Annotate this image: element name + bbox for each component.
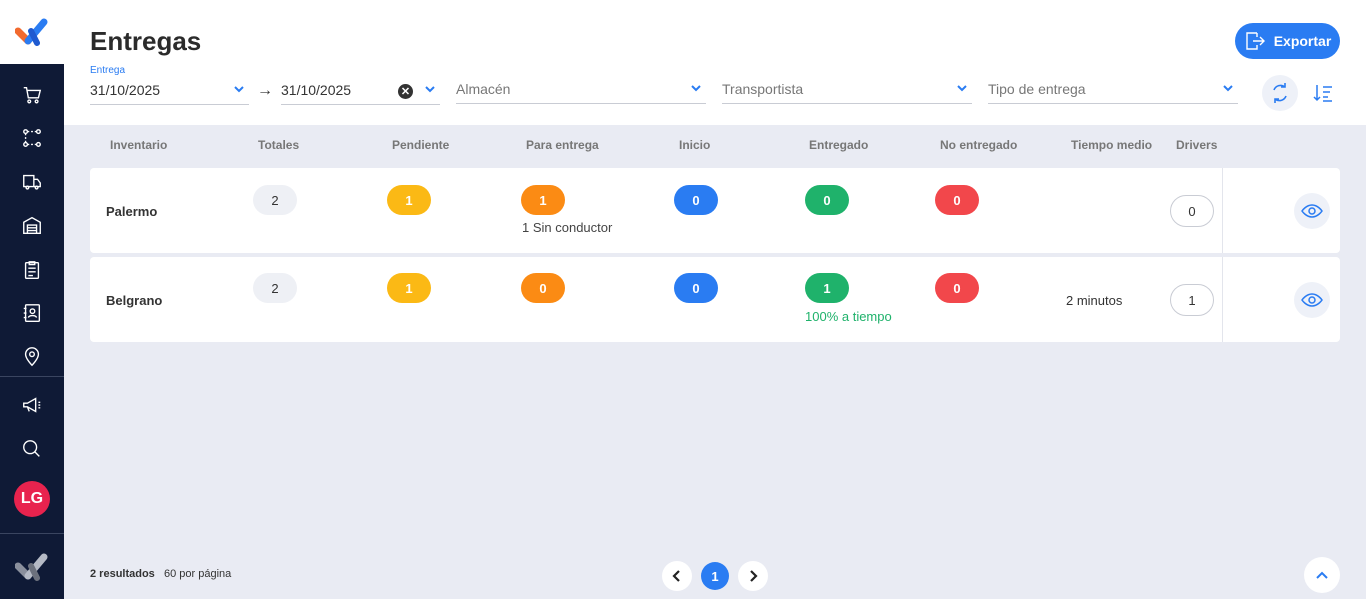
- col-header-started: Inicio: [679, 138, 711, 152]
- col-header-inventory: Inventario: [110, 138, 168, 152]
- on-time-note: 100% a tiempo: [805, 309, 892, 324]
- chevron-right-icon: [750, 570, 758, 582]
- results-summary: 2 resultados 60 por página: [90, 568, 231, 580]
- col-header-for-delivery: Para entrega: [526, 138, 599, 152]
- contacts-icon: [23, 304, 41, 322]
- truck-icon: [23, 174, 41, 190]
- export-label: Exportar: [1273, 33, 1332, 49]
- avg-time-value: 2 minutos: [1066, 293, 1123, 308]
- sidebar-item-locations[interactable]: [0, 337, 64, 377]
- next-page-button[interactable]: [738, 561, 768, 591]
- started-badge[interactable]: 0: [674, 185, 718, 215]
- brand-logo-icon: [15, 18, 48, 46]
- refresh-icon: [1273, 83, 1287, 103]
- export-button[interactable]: Exportar: [1235, 23, 1340, 59]
- export-icon: [1246, 32, 1265, 50]
- clipboard-icon: [24, 261, 40, 279]
- for-delivery-badge[interactable]: 0: [521, 273, 565, 303]
- sidebar: LG: [0, 0, 64, 599]
- warehouse-select[interactable]: Almacén: [456, 74, 706, 104]
- sidebar-divider: [0, 376, 64, 377]
- carrier-select[interactable]: Transportista: [722, 74, 972, 104]
- warehouse-icon: [23, 216, 41, 234]
- chevron-down-icon[interactable]: [1222, 83, 1234, 93]
- col-header-delivered: Entregado: [809, 138, 869, 152]
- chevron-down-icon[interactable]: [424, 84, 436, 94]
- date-from-field[interactable]: 31/10/2025: [90, 75, 249, 105]
- row-name: Belgrano: [106, 293, 163, 308]
- eye-icon: [1301, 204, 1323, 218]
- date-from-value: 31/10/2025: [90, 81, 161, 98]
- page-button-current[interactable]: 1: [701, 562, 729, 590]
- date-to-value: 31/10/2025: [281, 81, 352, 98]
- sidebar-item-search[interactable]: [0, 429, 64, 469]
- not-delivered-badge[interactable]: 0: [935, 273, 979, 303]
- pending-badge[interactable]: 1: [387, 273, 431, 303]
- totals-badge: 2: [253, 273, 297, 303]
- view-details-button[interactable]: [1294, 282, 1330, 318]
- col-header-totals: Totales: [258, 138, 300, 152]
- sidebar-item-orders[interactable]: [0, 75, 64, 115]
- chevron-left-icon: [672, 570, 680, 582]
- sidebar-item-routes[interactable]: [0, 118, 64, 158]
- delivery-type-select[interactable]: Tipo de entrega: [988, 74, 1238, 104]
- row-name: Palermo: [106, 204, 158, 219]
- sidebar-item-warehouses[interactable]: [0, 205, 64, 245]
- user-avatar[interactable]: LG: [14, 481, 50, 517]
- sidebar-item-deliveries[interactable]: [0, 162, 64, 202]
- sidebar-divider: [0, 533, 64, 534]
- totals-badge: 2: [253, 185, 297, 215]
- footer-logo: [0, 545, 64, 589]
- row-divider: [1222, 257, 1223, 342]
- sort-button[interactable]: [1310, 80, 1336, 106]
- eye-icon: [1301, 293, 1323, 307]
- header: Entregas Exportar Entrega 31/10/2025 → 3…: [64, 0, 1366, 125]
- table-row[interactable]: Belgrano 2 1 0 0 1 100% a tiempo 0 2 min…: [90, 257, 1340, 342]
- col-header-not-delivered: No entregado: [940, 138, 1018, 152]
- table-row[interactable]: Palermo 2 1 1 1 Sin conductor 0 0 0 0: [90, 168, 1340, 253]
- clear-date-icon[interactable]: ✕: [398, 84, 413, 99]
- chevron-down-icon[interactable]: [233, 84, 245, 94]
- chevron-up-icon: [1316, 571, 1328, 579]
- delivered-badge[interactable]: 0: [805, 185, 849, 215]
- location-pin-icon: [24, 347, 40, 367]
- chevron-down-icon[interactable]: [956, 83, 968, 93]
- for-delivery-badge[interactable]: 1: [521, 185, 565, 215]
- sidebar-item-announcements[interactable]: [0, 385, 64, 425]
- sidebar-item-tasks[interactable]: [0, 250, 64, 290]
- delivered-badge[interactable]: 1: [805, 273, 849, 303]
- brand-logo-mono-icon: [15, 553, 48, 581]
- drivers-count[interactable]: 0: [1170, 195, 1214, 227]
- app-logo[interactable]: [0, 0, 64, 64]
- row-divider: [1222, 168, 1223, 253]
- for-delivery-note: 1 Sin conductor: [522, 220, 613, 235]
- pending-badge[interactable]: 1: [387, 185, 431, 215]
- route-icon: [23, 129, 41, 147]
- date-to-field[interactable]: 31/10/2025: [281, 75, 440, 105]
- col-header-pending: Pendiente: [392, 138, 450, 152]
- cart-icon: [23, 86, 42, 104]
- results-count: 2 resultados: [90, 568, 155, 580]
- sort-icon: [1313, 85, 1332, 102]
- refresh-button[interactable]: [1262, 75, 1298, 111]
- per-page-selector[interactable]: 60 por página: [164, 568, 231, 580]
- col-header-avg-time: Tiempo medio: [1071, 138, 1153, 152]
- page-title: Entregas: [90, 26, 202, 56]
- scroll-to-top-button[interactable]: [1304, 557, 1340, 593]
- megaphone-icon: [23, 397, 41, 413]
- view-details-button[interactable]: [1294, 193, 1330, 229]
- col-header-drivers: Drivers: [1176, 138, 1218, 152]
- delivery-type-placeholder: Tipo de entrega: [988, 80, 1086, 97]
- date-range-arrow: →: [257, 82, 273, 99]
- carrier-placeholder: Transportista: [722, 80, 804, 97]
- not-delivered-badge[interactable]: 0: [935, 185, 979, 215]
- drivers-count[interactable]: 1: [1170, 284, 1214, 316]
- started-badge[interactable]: 0: [674, 273, 718, 303]
- warehouse-placeholder: Almacén: [456, 80, 511, 97]
- chevron-down-icon[interactable]: [690, 83, 702, 93]
- prev-page-button[interactable]: [662, 561, 692, 591]
- search-icon: [23, 440, 40, 457]
- sidebar-item-contacts[interactable]: [0, 293, 64, 333]
